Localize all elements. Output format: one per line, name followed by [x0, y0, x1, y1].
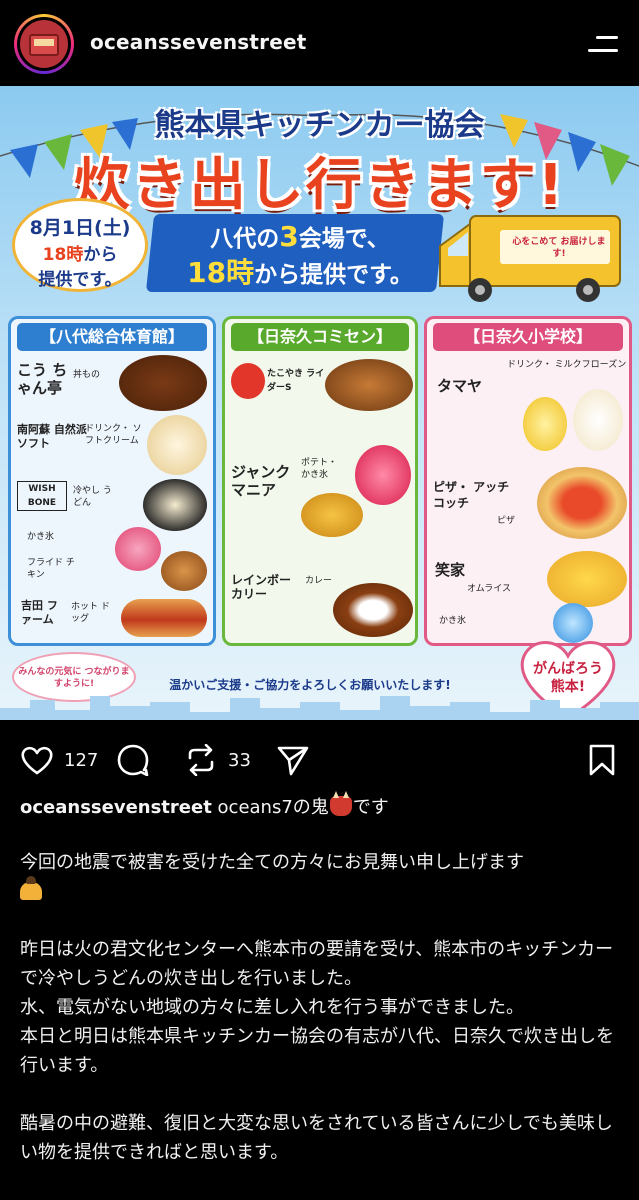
menu-item: こう ちゃん亭	[17, 361, 68, 397]
caption-intro: oceans7の鬼	[217, 797, 329, 818]
caption-body: 今回の地震で被害を受けた全ての方々にお見舞い申し上げます 昨日は火の君文化センタ…	[20, 848, 626, 1196]
truck-sign: 心をこめて お届けします!	[512, 237, 606, 259]
date-badge: 8月1日(土) 18時から 提供です。	[12, 198, 148, 292]
shaved-ice-image	[355, 445, 411, 505]
menu-item: タマヤ	[437, 377, 483, 395]
oni-emoji-icon	[329, 791, 352, 816]
udon-image	[143, 479, 207, 531]
menu-item: 笑家	[435, 561, 466, 579]
soft-cream-image	[147, 415, 207, 475]
comment-icon	[117, 744, 149, 776]
drink-image	[523, 397, 567, 451]
menu-label: 冷やし うどん	[73, 486, 112, 508]
caption-paragraph: 昨日は火の君文化センターへ熊本市の要請を受け、熊本市のキッチンカーで冷やしうどん…	[20, 939, 614, 1076]
menu-label: かき氷	[27, 532, 55, 542]
milk-frozen-image	[573, 389, 623, 451]
post-actions: 127 33	[0, 734, 639, 786]
menu-item: ジャンク マニア	[231, 463, 291, 499]
repost-count[interactable]: 33	[228, 750, 251, 771]
skyline-decoration	[0, 696, 639, 720]
menu-label: ホット ドッグ	[71, 602, 110, 624]
menu-item: 南阿蘇 自然派ソフト	[17, 423, 87, 450]
menu-label: ドリンク・ ミルクフローズン	[507, 360, 627, 370]
kitchen-truck-icon	[439, 215, 621, 302]
send-icon	[277, 746, 309, 776]
venue-title: 【日奈久小学校】	[433, 323, 623, 351]
heart-outline-icon	[21, 746, 53, 775]
menu-item: ピザ・ アッチコッチ	[433, 480, 510, 510]
bowing-person-emoji-icon	[20, 876, 42, 900]
venue-text: 八代の3会場で、 18時から提供です。	[187, 220, 413, 289]
post-header: oceanssevenstreet	[0, 0, 639, 86]
comment-button[interactable]	[116, 744, 150, 776]
like-count[interactable]: 127	[64, 750, 98, 771]
header-username[interactable]: oceanssevenstreet	[90, 30, 307, 54]
venue-column-hinagu-community: 【日奈久コミセン】 たこやき ライダーS ジャンク マニア ポテト・ かき氷 レ…	[222, 316, 418, 646]
venue-column-yatsushiro: 【八代総合体育館】 こう ちゃん亭 丼もの 南阿蘇 自然派ソフト ドリンク・ ソ…	[8, 316, 216, 646]
caption-paragraph: 酷暑の中の避難、復旧と大変な思いをされている皆さんに少しでも美味しい物を提供でき…	[20, 1113, 613, 1163]
poster-org-title: 熊本県キッチンカー協会	[154, 108, 485, 143]
menu-item: 吉田 ファーム	[21, 599, 58, 626]
avatar[interactable]	[14, 14, 74, 74]
menu-item: たこやき ライダーS	[267, 369, 325, 393]
menu-label: 丼もの	[73, 370, 101, 380]
menu-item: レインボー カリー	[231, 573, 292, 601]
like-button[interactable]: 127	[20, 744, 98, 776]
menu-label: フライド チキン	[27, 558, 75, 580]
venue-title: 【日奈久コミセン】	[231, 323, 409, 351]
menu-label: カレー	[305, 576, 333, 586]
repost-button[interactable]: 33	[184, 744, 251, 776]
rice-bowl-image	[119, 355, 207, 411]
repost-icon	[188, 744, 214, 776]
red-bus-avatar-icon	[20, 20, 68, 68]
caption-header: oceanssevenstreet oceans7の鬼 です	[20, 791, 620, 820]
shaved-ice-image	[115, 527, 161, 571]
omurice-image	[547, 551, 627, 607]
menu-icon[interactable]	[588, 36, 622, 56]
venue-title: 【八代総合体育館】	[17, 323, 207, 351]
menu-label: かき氷	[439, 616, 467, 626]
pizza-image	[537, 467, 627, 539]
bookmark-icon	[589, 744, 615, 776]
venue-column-hinagu-school: 【日奈久小学校】 タマヤ ドリンク・ ミルクフローズン ピザ・ アッチコッチ ピ…	[424, 316, 632, 646]
takoyaki-image	[325, 359, 413, 411]
save-button[interactable]	[588, 744, 616, 776]
caption-paragraph: 今回の地震で被害を受けた全ての方々にお見舞い申し上げます	[20, 848, 626, 906]
menu-label: オムライス	[467, 584, 512, 594]
octopus-logo-icon	[231, 363, 265, 399]
menu-label: ピザ	[497, 516, 516, 526]
fried-chicken-image	[161, 551, 207, 591]
hot-dog-image	[121, 599, 207, 637]
menu-item: WISH BONE	[17, 481, 67, 511]
curry-image	[333, 583, 413, 637]
post-image[interactable]: 熊本県キッチンカー協会 炊き出し行きます! 8月1日(土) 18時から 提供です…	[0, 86, 639, 720]
share-button[interactable]	[276, 744, 310, 776]
menu-label: ポテト・ かき氷	[301, 458, 338, 480]
fries-image	[301, 493, 363, 537]
caption-intro-end: です	[352, 797, 389, 818]
menu-label: ドリンク・ ソフトクリーム	[85, 424, 142, 446]
caption-username[interactable]: oceanssevenstreet	[20, 797, 212, 818]
